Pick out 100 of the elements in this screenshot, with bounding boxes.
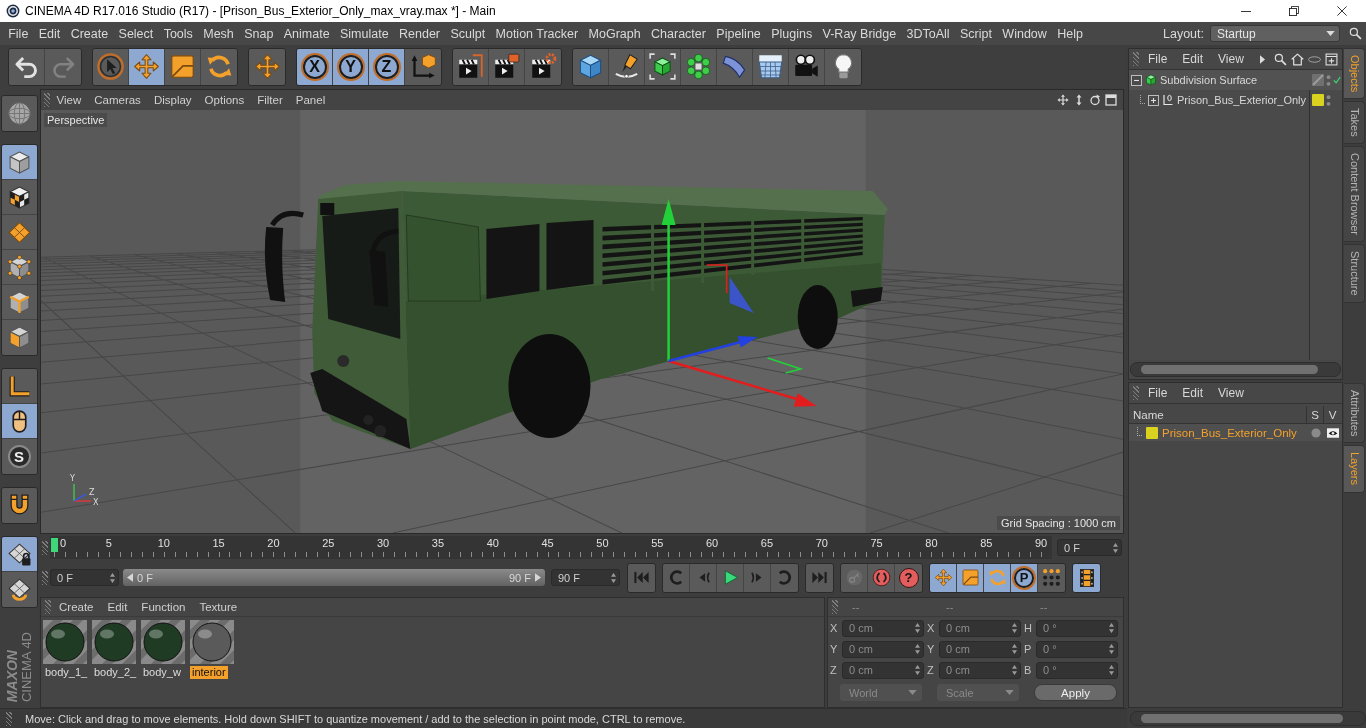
point-level-key-button[interactable]: [1038, 563, 1065, 592]
column-header[interactable]: Name: [1129, 405, 1307, 424]
menu-item[interactable]: Plugins: [766, 24, 818, 43]
menu-item[interactable]: Pipeline: [711, 24, 766, 43]
previous-key-button[interactable]: [663, 563, 690, 592]
camera-button[interactable]: [789, 48, 825, 85]
coordinate-field[interactable]: 0 cm: [939, 640, 1021, 658]
manager-menu-item[interactable]: Edit: [1173, 52, 1210, 66]
move-tool-button[interactable]: [129, 48, 165, 85]
search-icon[interactable]: [1274, 52, 1287, 66]
axis-lock-button[interactable]: Y: [333, 48, 369, 85]
layer-color-icon[interactable]: [1312, 94, 1324, 106]
menu-item[interactable]: Select: [113, 24, 159, 43]
grip-icon[interactable]: [1133, 52, 1139, 66]
workplane-mode-button[interactable]: [1, 215, 37, 250]
menu-item[interactable]: Tools: [158, 24, 199, 43]
side-tab[interactable]: Objects: [1344, 48, 1365, 100]
make-editable-button[interactable]: [1, 96, 37, 131]
manager-menu-item[interactable]: File: [1139, 386, 1174, 400]
grip-icon[interactable]: [45, 600, 51, 614]
render-settings-button[interactable]: [525, 48, 561, 85]
bus-model-drawing[interactable]: [264, 181, 888, 449]
menu-item[interactable]: V-Ray Bridge: [817, 24, 902, 43]
orbit-icon[interactable]: [1089, 94, 1101, 106]
side-tab[interactable]: Structure: [1344, 244, 1365, 303]
visibility-dots-icon[interactable]: [1326, 74, 1331, 86]
model-mode-button[interactable]: [1, 145, 37, 180]
menu-item[interactable]: Animate: [278, 24, 335, 43]
floor-button[interactable]: [753, 48, 789, 85]
autokey-button[interactable]: [868, 563, 895, 592]
coordinate-field[interactable]: 0 °: [1036, 661, 1118, 679]
scale-key-button[interactable]: [957, 563, 984, 592]
check-icon[interactable]: [1333, 76, 1341, 84]
points-mode-button[interactable]: [1, 250, 37, 285]
object-item[interactable]: Subdivision Surface: [1129, 70, 1342, 90]
menu-item[interactable]: 3DToAll: [901, 24, 955, 43]
start-frame-field[interactable]: 0 F: [50, 569, 119, 586]
light-button[interactable]: [825, 48, 861, 85]
maximize-icon[interactable]: [1105, 94, 1117, 106]
go-to-start-button[interactable]: [628, 563, 655, 592]
current-frame-field[interactable]: 0 F: [1057, 539, 1122, 556]
coordinate-field[interactable]: 0 °: [1036, 619, 1118, 637]
visibility-dots-icon[interactable]: [1326, 94, 1331, 106]
menu-item[interactable]: Sculpt: [445, 24, 491, 43]
locked-workplane-button[interactable]: [1, 537, 37, 572]
grip-icon[interactable]: [42, 570, 48, 585]
side-tab[interactable]: Takes: [1344, 101, 1365, 145]
search-icon[interactable]: [1349, 27, 1362, 40]
viewport-menu-item[interactable]: View: [50, 94, 88, 106]
material-preview-icon[interactable]: [141, 620, 185, 664]
live-selection-button[interactable]: [93, 48, 129, 85]
horizontal-scrollbar[interactable]: [1130, 711, 1366, 726]
viewport-menu-item[interactable]: Options: [198, 94, 251, 106]
coordinate-system-button[interactable]: [405, 48, 441, 85]
cube-button[interactable]: [573, 48, 609, 85]
solo-dot-icon[interactable]: [1310, 427, 1321, 438]
coordinate-field[interactable]: 0 cm: [842, 640, 924, 658]
recent-tool-button[interactable]: [249, 48, 285, 85]
menu-item[interactable]: Edit: [33, 24, 66, 43]
expand-icon[interactable]: [1148, 94, 1159, 106]
viewport-menu-item[interactable]: Panel: [289, 94, 332, 106]
scale-tool-button[interactable]: [165, 48, 201, 85]
manager-menu-item[interactable]: Edit: [1173, 386, 1210, 400]
manager-menu-item[interactable]: View: [1209, 386, 1250, 400]
go-to-end-button[interactable]: [806, 563, 833, 592]
grip-icon[interactable]: [6, 711, 12, 726]
move-gizmo-drawing[interactable]: [661, 199, 817, 407]
material-name[interactable]: body_w: [141, 666, 183, 679]
rotation-key-button[interactable]: [984, 563, 1011, 592]
viewport-menu-item[interactable]: Cameras: [87, 94, 148, 106]
material-menu-item[interactable]: Create: [51, 601, 100, 613]
layer-item[interactable]: Prison_Bus_Exterior_Only: [1129, 424, 1342, 441]
play-button[interactable]: [717, 563, 744, 592]
axis-mode-button[interactable]: [1, 369, 37, 404]
side-tab[interactable]: Attributes: [1344, 383, 1365, 444]
material-name[interactable]: interior: [190, 666, 228, 679]
apply-button[interactable]: Apply: [1034, 684, 1117, 701]
rotate-tool-button[interactable]: [201, 48, 237, 85]
snap-button[interactable]: S: [1, 439, 37, 474]
material-preview-icon[interactable]: [92, 620, 136, 664]
menu-item[interactable]: Window: [997, 24, 1052, 43]
render-picture-viewer-button[interactable]: [489, 48, 525, 85]
menu-item[interactable]: Simulate: [334, 24, 394, 43]
side-tab[interactable]: Content Browser: [1344, 146, 1365, 242]
axis-lock-button[interactable]: Z: [369, 48, 405, 85]
menu-item[interactable]: MoGraph: [583, 24, 646, 43]
material-menu-item[interactable]: Texture: [191, 601, 244, 613]
menu-item[interactable]: Script: [954, 24, 998, 43]
timeline-ruler[interactable]: 0 5 10 15 20 25 30 35 40 45 50 55 60 65 70 75 80 85 90: [50, 536, 1052, 559]
parameter-key-button[interactable]: P: [1011, 563, 1038, 592]
menu-item[interactable]: Character: [645, 24, 712, 43]
lens-icon[interactable]: [1308, 55, 1321, 63]
render-view-button[interactable]: [453, 48, 489, 85]
material-name[interactable]: body_2_: [92, 666, 139, 679]
collapse-icon[interactable]: [1131, 74, 1142, 86]
edges-mode-button[interactable]: [1, 285, 37, 320]
material-name[interactable]: body_1_: [43, 666, 90, 679]
cloner-button[interactable]: [681, 48, 717, 85]
menu-item[interactable]: Motion Tracker: [490, 24, 584, 43]
object-item[interactable]: Prison_Bus_Exterior_Only: [1129, 90, 1342, 110]
